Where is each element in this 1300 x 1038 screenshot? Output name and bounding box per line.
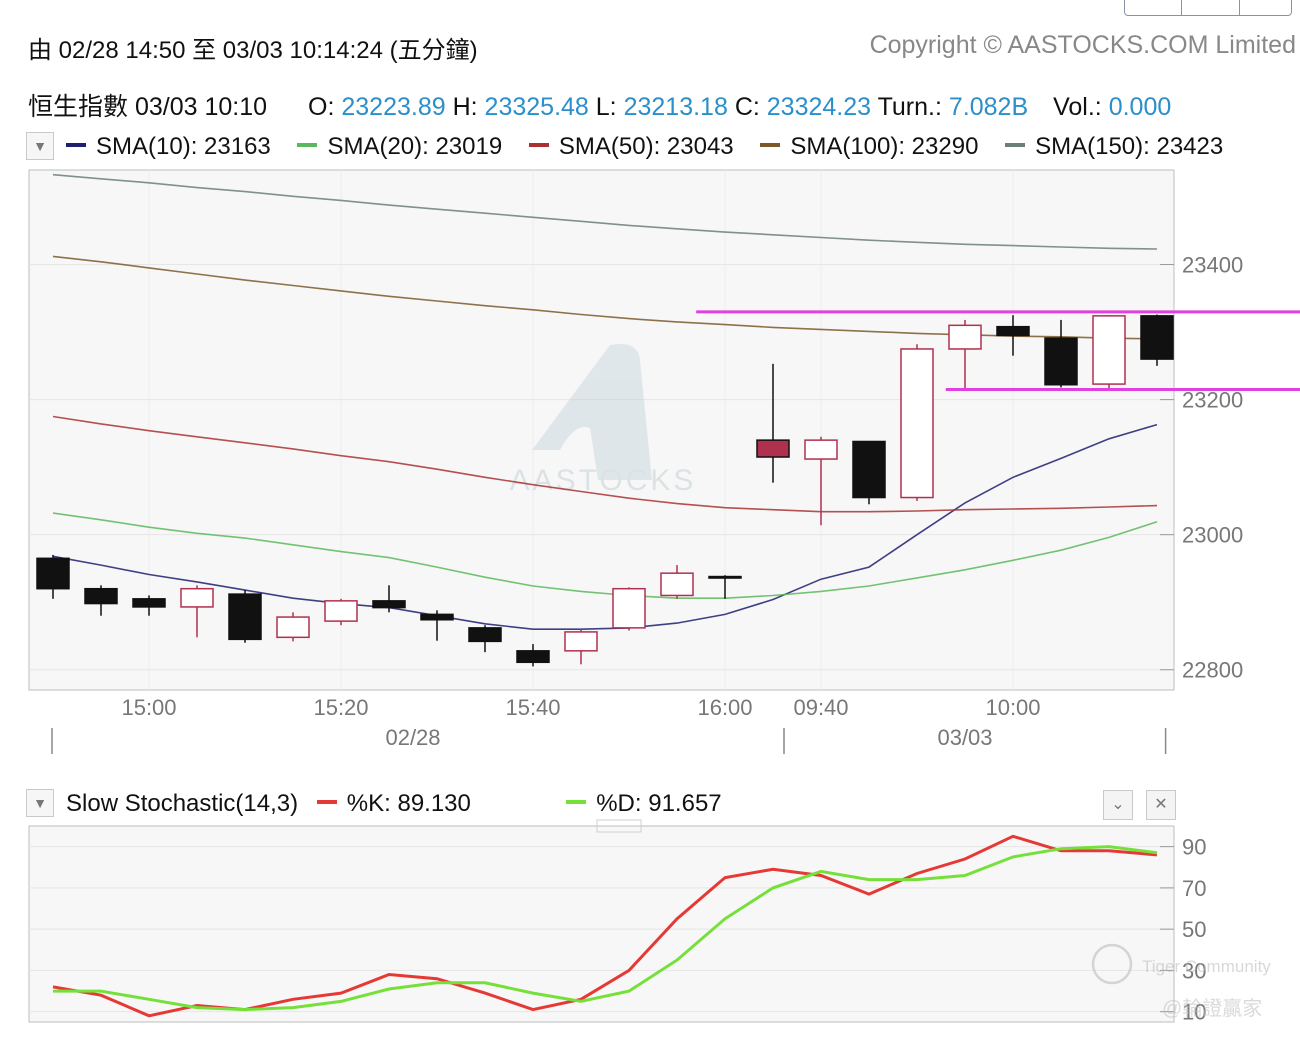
- candle-body: [612, 587, 646, 629]
- candle-body: [756, 439, 790, 458]
- legend-sma20: SMA(20): 23019: [297, 133, 502, 161]
- stochastic-chart[interactable]: 1030507090 Tiger Community @輪證贏家: [0, 818, 1300, 1028]
- x-tick-label: 15:00: [121, 695, 176, 720]
- legend-swatch: [1005, 142, 1026, 147]
- candle-body: [516, 650, 550, 664]
- sma-legend: SMA(10): 23163 SMA(20): 23019 SMA(50): 2…: [66, 133, 1243, 161]
- candle-body: [324, 600, 358, 622]
- x-tick-label: 15:40: [505, 695, 560, 720]
- close-value: 23324.23: [766, 93, 872, 121]
- candle-body: [84, 587, 118, 605]
- candle-body: [564, 631, 598, 652]
- date-range: 由 02/28 14:50 至 03/03 10:14:24 (五分鐘): [28, 37, 478, 64]
- candle-body: [900, 348, 934, 499]
- toolbar-button-group[interactable]: [1124, 0, 1292, 16]
- legend-swatch-d: [566, 799, 587, 804]
- stoch-y-tick-label: 90: [1182, 835, 1206, 860]
- candle-body: [372, 600, 406, 609]
- candle-body: [996, 325, 1030, 337]
- close-label: C:: [734, 93, 760, 121]
- turnover-label: Turn.:: [877, 93, 942, 121]
- x-tick-label: 16:00: [697, 695, 752, 720]
- high-value: 23325.48: [484, 93, 589, 121]
- y-tick-label: 22800: [1182, 658, 1243, 683]
- legend-sma150: SMA(150): 23423: [1005, 133, 1223, 161]
- candle-body: [660, 572, 694, 597]
- legend-swatch: [528, 142, 549, 147]
- y-tick-label: 23400: [1182, 253, 1243, 278]
- x-tick-label: 15:20: [313, 695, 368, 720]
- close-icon: ✕: [1154, 796, 1168, 813]
- volume-label: Vol.:: [1053, 93, 1102, 121]
- stoch-title: Slow Stochastic(14,3): [66, 790, 299, 817]
- candle-body: [804, 439, 838, 460]
- date-label: 02/28: [385, 725, 440, 750]
- stoch-legend: Slow Stochastic(14,3) %K: 89.130 %D: 91.…: [66, 790, 722, 818]
- date-label: 03/03: [937, 725, 992, 750]
- volume-value: 0.000: [1108, 93, 1172, 121]
- y-tick-label: 23200: [1182, 388, 1243, 413]
- chevron-down-icon: ⌄: [1111, 796, 1125, 813]
- high-label: H:: [452, 93, 478, 121]
- candle-body: [36, 557, 70, 590]
- legend-sma10: SMA(10): 23163: [66, 133, 271, 161]
- candle-body: [708, 575, 742, 579]
- main-chart-dropdown-button[interactable]: ▼: [26, 132, 54, 160]
- legend-sma50: SMA(50): 23043: [528, 133, 734, 161]
- quote-time: 03/03 10:10: [134, 93, 268, 121]
- open-label: O:: [308, 93, 335, 121]
- open-value: 23223.89: [341, 93, 446, 121]
- close-panel-button[interactable]: ✕: [1146, 790, 1176, 820]
- stoch-y-tick-label: 70: [1182, 876, 1206, 901]
- watermark-brand: Tiger Community: [1142, 957, 1271, 976]
- x-tick-label: 10:00: [985, 695, 1040, 720]
- candle-body: [1140, 315, 1174, 360]
- turnover-value: 7.082B: [948, 93, 1029, 121]
- candle-body: [276, 616, 310, 639]
- stoch-d-label: %D: 91.657: [596, 790, 722, 817]
- legend-swatch: [760, 142, 781, 147]
- chevron-down-icon: ▼: [33, 795, 47, 811]
- stoch-dropdown-button[interactable]: ▼: [26, 789, 54, 817]
- candlestick-chart[interactable]: AASTOCKS 22800 23000 23200 23400 15:00 15:20 1…: [0, 160, 1300, 760]
- y-tick-label: 23000: [1182, 523, 1243, 548]
- legend-swatch: [297, 142, 318, 147]
- candle-body: [852, 440, 886, 499]
- stoch-k-label: %K: 89.130: [346, 790, 471, 817]
- candle-body: [1092, 315, 1126, 385]
- copyright-notice: Copyright © AASTOCKS.COM Limited: [869, 31, 1296, 59]
- candle-body: [420, 613, 454, 621]
- chevron-down-icon: ▼: [33, 138, 47, 154]
- quote-bar: 恒生指數 03/03 10:10 O: 23223.89 H: 23325.48…: [28, 87, 1171, 123]
- legend-swatch: [66, 142, 86, 147]
- legend-sma100: SMA(100): 23290: [760, 133, 978, 161]
- stoch-y-tick-label: 50: [1182, 917, 1206, 942]
- candle-body: [132, 598, 166, 608]
- stoch-plot-area: [28, 825, 1175, 1023]
- x-tick-label: 09:40: [793, 695, 848, 720]
- watermark-handle: @輪證贏家: [1162, 997, 1262, 1020]
- candle-body: [180, 587, 214, 608]
- candle-body: [228, 593, 262, 641]
- index-name: 恒生指數: [28, 93, 129, 121]
- candle-body: [948, 324, 982, 350]
- low-value: 23213.18: [623, 93, 728, 121]
- watermark-text: AASTOCKS: [510, 464, 697, 497]
- collapse-panel-button[interactable]: ⌄: [1103, 790, 1133, 820]
- low-label: L:: [595, 93, 617, 121]
- candle-body: [468, 627, 502, 643]
- candle-body: [1044, 337, 1078, 386]
- legend-swatch-k: [316, 799, 337, 804]
